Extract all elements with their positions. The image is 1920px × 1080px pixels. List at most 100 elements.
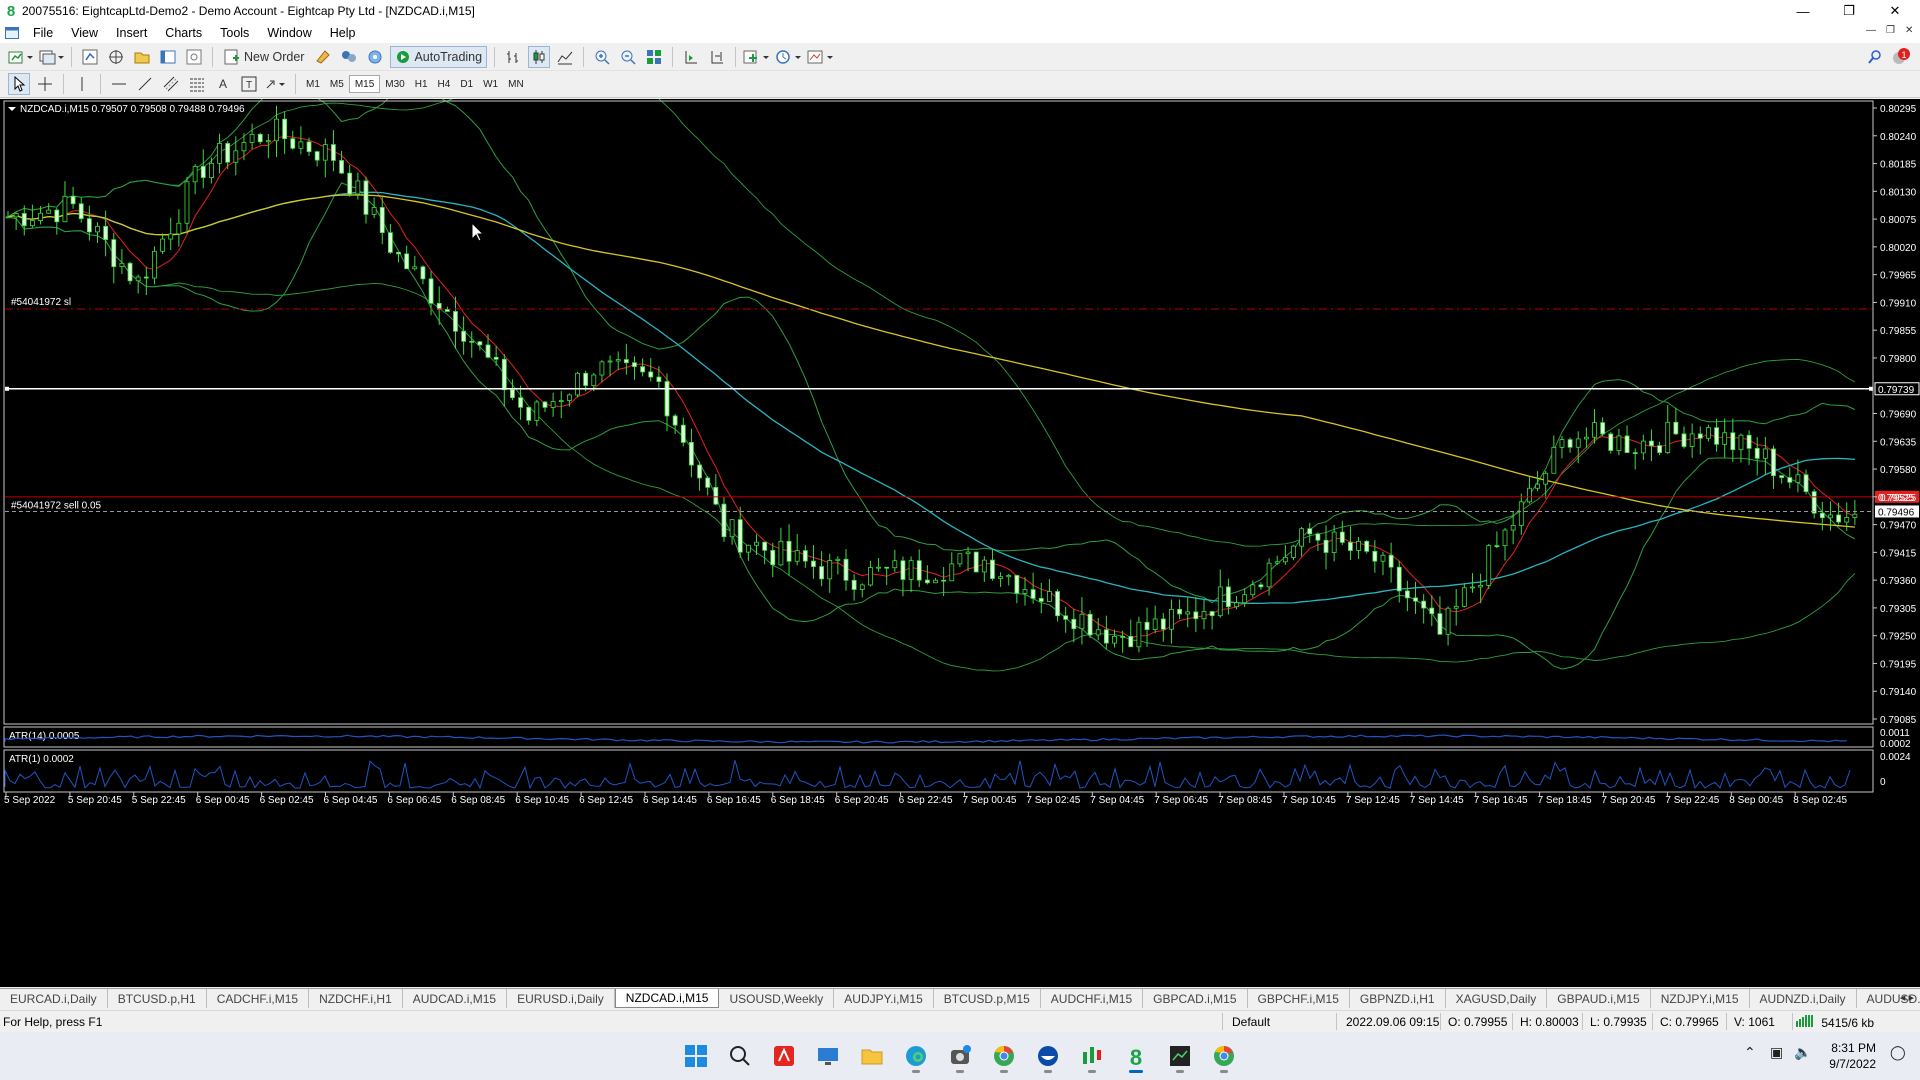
chart-tab[interactable]: AUDNZD.i,Daily [1750, 989, 1857, 1008]
search-icon[interactable] [1864, 46, 1886, 68]
new-chart-icon[interactable] [8, 46, 34, 68]
text-label-icon[interactable]: T [238, 73, 260, 95]
horizontal-line-icon[interactable] [108, 73, 130, 95]
chevron-up-icon[interactable]: ⌃ [1744, 1044, 1756, 1061]
tile-windows-icon[interactable] [643, 46, 665, 68]
menu-help[interactable]: Help [321, 26, 365, 40]
line-chart-icon[interactable] [554, 46, 576, 68]
data-window-icon[interactable] [131, 46, 153, 68]
chart-tab[interactable]: AUDJPY.i,M15 [834, 989, 934, 1008]
timeframe-m15[interactable]: M15 [348, 75, 381, 93]
close-button[interactable]: ✕ [1872, 0, 1918, 22]
chart-tab[interactable]: NZDCHF.i,H1 [309, 989, 403, 1008]
chrome-icon[interactable] [986, 1038, 1022, 1074]
acrobat-icon[interactable] [766, 1038, 802, 1074]
bar-chart-icon[interactable] [502, 46, 524, 68]
templates-icon[interactable] [807, 46, 835, 68]
tab-scroll-buttons[interactable]: ◂ ▸ [1900, 991, 1914, 1004]
timeframe-h4[interactable]: H4 [433, 75, 456, 93]
file-explorer-icon[interactable] [854, 1038, 890, 1074]
indicators-icon[interactable] [743, 46, 771, 68]
app-icon[interactable] [1030, 1038, 1066, 1074]
menu-tools[interactable]: Tools [211, 26, 258, 40]
chart-tab[interactable]: XAGUSD,Daily [1446, 989, 1548, 1008]
chart-tab[interactable]: BTCUSD.p,M15 [934, 989, 1041, 1008]
timeframe-d1[interactable]: D1 [455, 75, 478, 93]
menu-file[interactable]: File [24, 26, 62, 40]
teams-icon[interactable] [942, 1038, 978, 1074]
notification-center-icon[interactable]: ◯ [1890, 1044, 1906, 1061]
chart-tab[interactable]: GBPCHF.i,M15 [1248, 989, 1350, 1008]
chart-tab[interactable]: AUDCAD.i,M15 [403, 989, 508, 1008]
autotrading-button[interactable]: AutoTrading [390, 45, 488, 68]
menu-view[interactable]: View [62, 26, 107, 40]
edge-icon[interactable] [898, 1038, 934, 1074]
timeframe-h1[interactable]: H1 [410, 75, 433, 93]
timeframe-m30[interactable]: M30 [380, 75, 409, 93]
menu-charts[interactable]: Charts [156, 26, 211, 40]
minimize-button[interactable]: — [1780, 0, 1826, 22]
cursor-icon[interactable] [8, 73, 30, 95]
price-chart[interactable]: #54041972 sl 0.79739 0.79525 #54041972 sell… [0, 99, 1920, 987]
arrows-icon[interactable] [264, 73, 288, 95]
menu-window[interactable]: Window [258, 26, 320, 40]
trendline-icon[interactable] [134, 73, 156, 95]
market-watch-icon[interactable] [79, 46, 101, 68]
signals-icon[interactable] [338, 46, 360, 68]
crosshair-icon[interactable] [34, 73, 56, 95]
mdi-window-icon[interactable] [0, 26, 24, 39]
profiles-icon[interactable] [38, 46, 64, 68]
timeframe-m5[interactable]: M5 [325, 75, 349, 93]
vertical-line-icon[interactable] [71, 73, 93, 95]
market-icon[interactable] [364, 46, 386, 68]
chart-tab[interactable]: GBPCAD.i,M15 [1143, 989, 1248, 1008]
candle-body [1022, 589, 1028, 594]
zoom-in-icon[interactable] [591, 46, 613, 68]
candle-body [444, 309, 450, 312]
start-icon[interactable] [678, 1038, 714, 1074]
chart-tab[interactable]: CADCHF.i,M15 [207, 989, 310, 1008]
chart-tab[interactable]: USOUSD,Weekly [719, 989, 835, 1008]
metatrader-icon[interactable]: 8 [1118, 1038, 1154, 1074]
mdi-restore-button[interactable]: ❐ [1886, 25, 1895, 36]
mdi-minimize-button[interactable]: — [1866, 25, 1876, 36]
chart-window[interactable]: #54041972 sl 0.79739 0.79525 #54041972 sell… [0, 99, 1920, 987]
maximize-button[interactable]: ❐ [1826, 0, 1872, 22]
timeframe-m1[interactable]: M1 [301, 75, 325, 93]
stock-app-icon[interactable] [1162, 1038, 1198, 1074]
timeframe-mn[interactable]: MN [503, 75, 529, 93]
chart-tab[interactable]: AUDCHF.i,M15 [1041, 989, 1144, 1008]
notifications-icon[interactable]: 1 [1890, 46, 1912, 68]
chart-tab[interactable]: NZDJPY.i,M15 [1651, 989, 1750, 1008]
candlesticks-icon[interactable] [528, 45, 551, 68]
strategy-tester-icon[interactable] [183, 46, 205, 68]
auto-scroll-icon[interactable] [680, 46, 702, 68]
text-icon[interactable]: A [212, 73, 234, 95]
new-order-button[interactable]: New Order [220, 46, 308, 68]
mdi-close-button[interactable]: ✕ [1905, 25, 1913, 36]
chrome-icon[interactable] [1206, 1038, 1242, 1074]
terminal-icon[interactable] [157, 46, 179, 68]
chart-tab[interactable]: EURUSD.i,Daily [507, 989, 615, 1008]
system-clock[interactable]: 8:31 PM 9/7/2022 [1829, 1040, 1876, 1072]
chart-tab[interactable]: NZDCAD.i,M15 [614, 989, 720, 1008]
chart-tab[interactable]: GBPNZD.i,H1 [1350, 989, 1446, 1008]
candle-body [1234, 602, 1239, 608]
chart-tab[interactable]: BTCUSD.p,H1 [108, 989, 207, 1008]
periods-icon[interactable] [775, 46, 803, 68]
network-icon[interactable]: ▣ [1770, 1044, 1783, 1061]
zoom-out-icon[interactable] [617, 46, 639, 68]
fibonacci-icon[interactable] [186, 73, 208, 95]
chart-tab[interactable]: EURCAD.i,Daily [0, 989, 108, 1008]
navigator-icon[interactable] [105, 46, 127, 68]
chart-tab[interactable]: GBPAUD.i,M15 [1547, 989, 1651, 1008]
timeframe-w1[interactable]: W1 [478, 75, 503, 93]
equidistant-channel-icon[interactable] [160, 73, 182, 95]
volume-icon[interactable]: 🔈 [1794, 1044, 1811, 1061]
remote-desktop-icon[interactable] [810, 1038, 846, 1074]
menu-insert[interactable]: Insert [107, 26, 156, 40]
search-icon[interactable] [722, 1038, 758, 1074]
chart-shift-icon[interactable] [706, 46, 728, 68]
metaeditor-icon[interactable] [312, 46, 334, 68]
tradingview-icon[interactable] [1074, 1038, 1110, 1074]
